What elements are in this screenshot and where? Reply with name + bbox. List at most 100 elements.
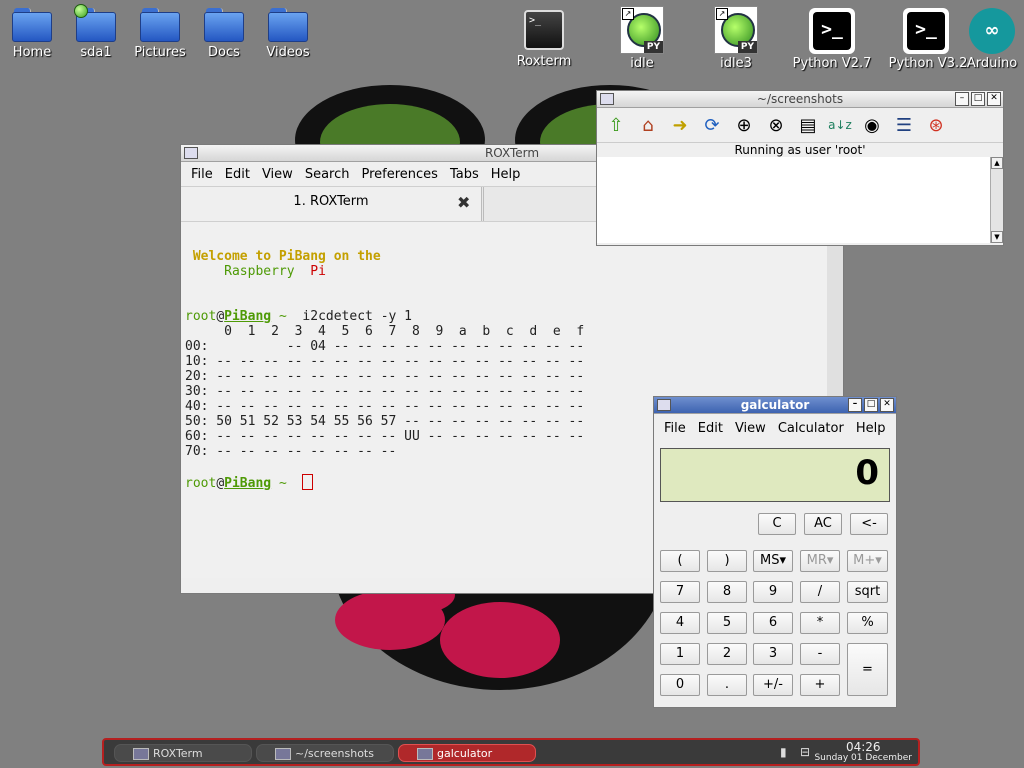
digit-4-button[interactable]: 4 — [660, 612, 700, 634]
output-line: 10: -- -- -- -- -- -- -- -- -- -- -- -- … — [185, 354, 585, 369]
filemanager-window[interactable]: ~/screenshots – □ ✕ ⇧ ⌂ ➜ ⟳ ⊕ ⊗ ▤ a↓z ◉ … — [596, 90, 1004, 246]
filemanager-titlebar[interactable]: ~/screenshots – □ ✕ — [597, 91, 1003, 108]
add-button[interactable]: + — [800, 674, 840, 696]
desktop-icon-label: Python V2.7 — [792, 56, 872, 71]
desktop-icon-home[interactable]: Home — [0, 6, 64, 60]
desktop-icon-label: Videos — [266, 45, 310, 60]
subtract-button[interactable]: - — [800, 643, 840, 665]
clock-date: Sunday 01 December — [814, 753, 912, 763]
task-galculator[interactable]: galculator — [398, 744, 536, 762]
menu-calculator[interactable]: Calculator — [772, 421, 850, 436]
digit-7-button[interactable]: 7 — [660, 581, 700, 603]
menu-help[interactable]: Help — [485, 167, 527, 182]
desktop-icon-label: Python V3.2 — [888, 56, 968, 71]
digit-5-button[interactable]: 5 — [707, 612, 747, 634]
folder-icon — [140, 8, 180, 42]
up-icon[interactable]: ⇧ — [603, 112, 629, 138]
digit-1-button[interactable]: 1 — [660, 643, 700, 665]
desktop-icon-label: idle3 — [720, 56, 752, 71]
filemanager-content[interactable] — [597, 157, 993, 243]
refresh-icon[interactable]: ⟳ — [699, 112, 725, 138]
calculator-icon — [417, 748, 433, 760]
clock[interactable]: 04:26 Sunday 01 December — [814, 741, 912, 764]
lparen-button[interactable]: ( — [660, 550, 700, 572]
show-hidden-icon[interactable]: ◉ — [859, 112, 885, 138]
backspace-button[interactable]: <- — [850, 513, 888, 535]
menu-edit[interactable]: Edit — [219, 167, 256, 182]
help-icon[interactable]: ⊛ — [923, 112, 949, 138]
menu-file[interactable]: File — [185, 167, 219, 182]
filemanager-status: Running as user 'root' — [597, 143, 1003, 158]
task-roxterm[interactable]: ROXTerm — [114, 744, 252, 762]
bookmarks-icon[interactable]: ➜ — [667, 112, 693, 138]
equals-button[interactable]: = — [847, 643, 888, 696]
menu-edit[interactable]: Edit — [692, 421, 729, 436]
galculator-window[interactable]: galculator – □ ✕ File Edit View Calculat… — [653, 396, 897, 708]
menu-search[interactable]: Search — [299, 167, 356, 182]
all-clear-button[interactable]: AC — [804, 513, 842, 535]
desktop-icon-videos[interactable]: Videos — [256, 6, 320, 60]
close-icon[interactable]: ✕ — [987, 92, 1001, 106]
digit-3-button[interactable]: 3 — [753, 643, 793, 665]
maximize-icon[interactable]: □ — [971, 92, 985, 106]
output-line: 00: -- 04 -- -- -- -- -- -- -- -- -- -- … — [185, 339, 585, 354]
memory-recall-button[interactable]: MR▾ — [800, 550, 840, 572]
list-icon[interactable]: ☰ — [891, 112, 917, 138]
desktop-icon-sda1[interactable]: sda1 — [64, 4, 128, 60]
digit-0-button[interactable]: 0 — [660, 674, 700, 696]
clear-button[interactable]: C — [758, 513, 796, 535]
desktop-icon-idle3[interactable]: ↗ PY idle3 — [706, 6, 766, 71]
filemanager-scrollbar[interactable]: ▲ ▼ — [990, 157, 1003, 243]
digit-2-button[interactable]: 2 — [707, 643, 747, 665]
desktop-icon-docs[interactable]: Docs — [192, 6, 256, 60]
desktop-icon-pictures[interactable]: Pictures — [128, 6, 192, 60]
menu-file[interactable]: File — [658, 421, 692, 436]
zoom-fit-icon[interactable]: ⊗ — [763, 112, 789, 138]
close-tab-icon[interactable]: ✖ — [457, 195, 473, 211]
display-value: 0 — [855, 453, 879, 493]
sqrt-button[interactable]: sqrt — [847, 581, 888, 603]
menu-help[interactable]: Help — [850, 421, 892, 436]
tab-roxterm-1[interactable]: 1. ROXTerm — [181, 187, 482, 221]
details-icon[interactable]: ▤ — [795, 112, 821, 138]
sign-button[interactable]: +/- — [753, 674, 793, 696]
menu-view[interactable]: View — [729, 421, 772, 436]
minimize-icon[interactable]: – — [955, 92, 969, 106]
scroll-up-icon[interactable]: ▲ — [991, 157, 1003, 169]
percent-button[interactable]: % — [847, 612, 888, 634]
maximize-icon[interactable]: □ — [864, 398, 878, 412]
task-screenshots[interactable]: ~/screenshots — [256, 744, 394, 762]
memory-save-button[interactable]: MS▾ — [753, 550, 793, 572]
folder-icon — [268, 8, 308, 42]
desktop-icon-roxterm[interactable]: >_ Roxterm — [514, 10, 574, 69]
window-menu-icon[interactable] — [657, 399, 671, 411]
decimal-button[interactable]: . — [707, 674, 747, 696]
minimize-icon[interactable]: – — [848, 398, 862, 412]
digit-9-button[interactable]: 9 — [753, 581, 793, 603]
multiply-button[interactable]: * — [800, 612, 840, 634]
window-menu-icon[interactable] — [600, 93, 614, 105]
prompt-at: @ — [216, 476, 225, 491]
desktop-icon-arduino[interactable]: ∞ Arduino — [966, 8, 1018, 71]
desktop-icon-label: Pictures — [134, 45, 186, 60]
desktop-icon-python32[interactable]: >_ Python V3.2 — [886, 8, 968, 71]
home-icon[interactable]: ⌂ — [635, 112, 661, 138]
sort-icon[interactable]: a↓z — [827, 112, 853, 138]
menu-tabs[interactable]: Tabs — [444, 167, 485, 182]
rparen-button[interactable]: ) — [707, 550, 747, 572]
scroll-down-icon[interactable]: ▼ — [991, 231, 1003, 243]
window-menu-icon[interactable] — [184, 147, 198, 159]
close-icon[interactable]: ✕ — [880, 398, 894, 412]
prompt-tilde: ~ — [278, 476, 287, 491]
desktop-icon-python27[interactable]: >_ Python V2.7 — [792, 8, 872, 71]
desktop-icon-idle[interactable]: ↗ PY idle — [612, 6, 672, 71]
galculator-titlebar[interactable]: galculator – □ ✕ — [654, 397, 896, 414]
digit-8-button[interactable]: 8 — [707, 581, 747, 603]
divide-button[interactable]: / — [800, 581, 840, 603]
menu-preferences[interactable]: Preferences — [355, 167, 443, 182]
memory-add-button[interactable]: M+▾ — [847, 550, 888, 572]
zoom-in-icon[interactable]: ⊕ — [731, 112, 757, 138]
clipboard-icon[interactable]: ▮ — [780, 745, 796, 759]
menu-view[interactable]: View — [256, 167, 299, 182]
digit-6-button[interactable]: 6 — [753, 612, 793, 634]
